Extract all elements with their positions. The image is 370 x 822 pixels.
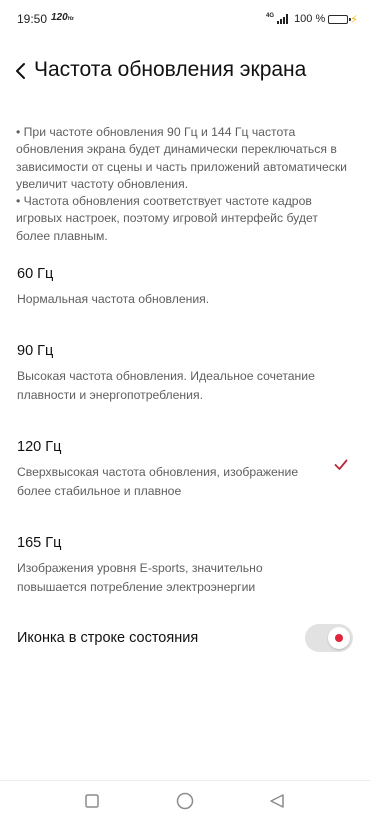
status-bar-icon-setting: Иконка в строке состояния (0, 620, 370, 656)
signal-icon (277, 14, 289, 24)
home-icon[interactable] (175, 791, 195, 811)
status-time: 19:50 (17, 12, 48, 26)
refresh-rate-value: 120 (51, 12, 68, 23)
description-line: • При частоте обновления 90 Гц и 144 Гц … (16, 125, 347, 191)
option-description: Сверхвысокая частота обновления, изображ… (17, 465, 299, 498)
battery-icon (328, 14, 352, 24)
status-bar-icon-toggle[interactable] (305, 624, 353, 652)
option-title: 120 Гц (17, 439, 62, 455)
option-165hz[interactable]: 165 Гц Изображения уровня E-sports, знач… (0, 535, 370, 605)
battery-percentage: 100 % (294, 13, 326, 25)
option-title: 60 Гц (17, 266, 54, 282)
refresh-rate-unit: Hz (67, 16, 74, 22)
back-triangle-icon[interactable] (267, 791, 287, 811)
option-description: Высокая частота обновления. Идеальное со… (17, 369, 315, 402)
status-icons: 4G 100 % ⚡ (266, 11, 358, 27)
toggle-indicator-dot (335, 634, 343, 642)
option-description: Изображения уровня E-sports, значительно… (17, 561, 263, 594)
option-title: 90 Гц (17, 343, 54, 359)
recent-apps-icon[interactable] (82, 791, 102, 811)
status-bar-icon-label: Иконка в строке состояния (17, 630, 199, 646)
navigation-bar (0, 781, 370, 822)
option-description: Нормальная частота обновления. (17, 292, 210, 306)
option-120hz[interactable]: 120 Гц Сверхвысокая частота обновления, … (0, 439, 370, 509)
charging-icon: ⚡ (350, 13, 358, 26)
network-type-label: 4G (266, 13, 275, 19)
option-title: 165 Гц (17, 535, 62, 551)
chevron-left-icon[interactable] (12, 59, 30, 83)
description-text: • При частоте обновления 90 Гц и 144 Гц … (16, 124, 351, 245)
status-bar: 19:50 120Hz 4G 100 % ⚡ (0, 0, 370, 38)
page-title: Частота обновления экрана (34, 58, 307, 81)
checkmark-icon (334, 459, 348, 470)
refresh-rate-indicator: 120Hz (51, 12, 74, 23)
option-90hz[interactable]: 90 Гц Высокая частота обновления. Идеаль… (0, 343, 370, 413)
description-line: • Частота обновления соответствует часто… (16, 194, 318, 243)
toggle-knob (328, 627, 350, 649)
option-60hz[interactable]: 60 Гц Нормальная частота обновления. (0, 266, 370, 318)
